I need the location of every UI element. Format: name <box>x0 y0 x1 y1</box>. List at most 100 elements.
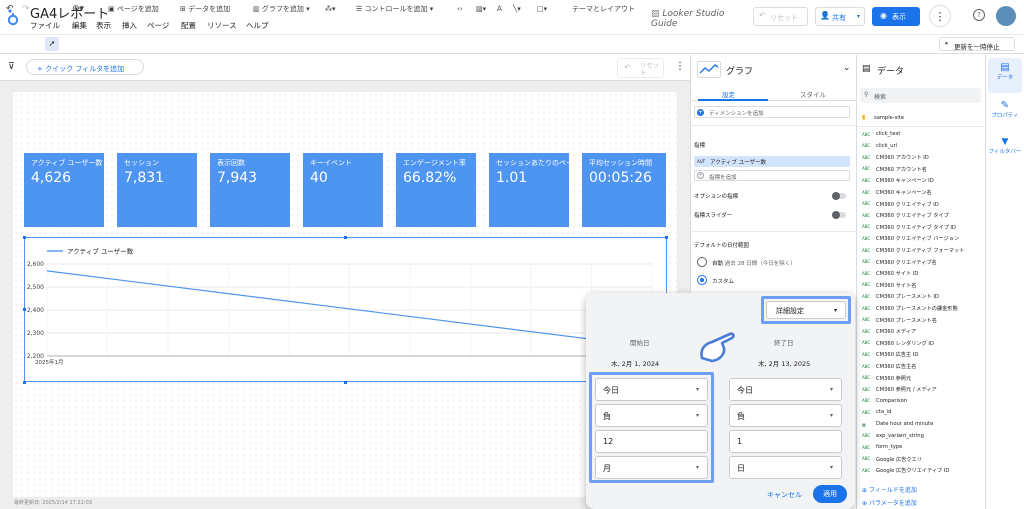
data-source-name[interactable]: sample-site <box>874 115 904 121</box>
scorecard[interactable]: 平均セッション時間 00:05:26 <box>582 153 666 227</box>
resize-handle[interactable] <box>23 308 26 311</box>
menu-edit[interactable]: 編集 <box>72 20 87 31</box>
start-anchor-dropdown[interactable]: 今日 ▾ <box>595 378 708 401</box>
scorecard[interactable]: セッションあたりのページ1.01 <box>489 153 570 227</box>
resize-handle[interactable] <box>665 236 668 239</box>
field-item[interactable]: form_type <box>876 444 902 450</box>
field-item[interactable]: click_text <box>876 131 900 137</box>
scorecard[interactable]: セッション 7,831 <box>117 153 197 227</box>
field-item[interactable]: Google 広告クエリ <box>876 456 922 463</box>
add-page-button[interactable]: ▣ ページを追加 <box>108 3 159 16</box>
field-item[interactable]: click_url <box>876 143 897 149</box>
field-item[interactable]: CM360 クリエイティブ フォーマット <box>876 247 964 254</box>
theme-layout-button[interactable]: テーマとレイアウト <box>572 3 635 16</box>
field-item[interactable]: cta_id <box>876 409 891 415</box>
text-icon[interactable]: Ａ <box>496 3 503 16</box>
metric-chip[interactable]: AUT アクティブ ユーザー数 <box>694 156 850 167</box>
field-item[interactable]: CM360 アカウント名 <box>876 166 927 173</box>
rail-properties-button[interactable]: ✎ プロパティ <box>988 100 1022 130</box>
select-cursor-icon[interactable]: ➚ <box>45 37 59 51</box>
add-metric-button[interactable]: + 指標を追加 <box>694 170 850 181</box>
more-vert-icon[interactable]: ⋮ <box>929 5 951 27</box>
field-item[interactable]: CM360 クリエイティブ タイプ <box>876 212 949 219</box>
menu-view[interactable]: 表示 <box>96 20 111 31</box>
start-direction-dropdown[interactable]: 負 ▾ <box>595 404 708 427</box>
field-item[interactable]: CM360 クリエイティブ バージョン <box>876 235 959 242</box>
rail-data-button[interactable]: ▤ データ <box>988 58 1022 93</box>
field-item[interactable]: CM360 参照元 / メディア <box>876 386 937 393</box>
menu-resource[interactable]: リソース <box>207 20 237 31</box>
undo-icon[interactable]: ↶ <box>6 3 14 16</box>
field-item[interactable]: CM360 アカウント ID <box>876 154 929 161</box>
share-button[interactable]: 👤 共有 ▾ <box>815 7 865 26</box>
field-item[interactable]: CM360 クリエイティブ タイプ ID <box>876 224 956 231</box>
resize-handle[interactable] <box>344 381 347 384</box>
community-viz-icon[interactable]: ⁂▾ <box>325 3 336 16</box>
redo-icon[interactable]: ↷ <box>22 3 30 16</box>
end-direction-dropdown[interactable]: 負 ▾ <box>729 404 842 427</box>
metric-slider-toggle[interactable] <box>832 211 846 219</box>
view-button[interactable]: ◉ 表示 <box>872 7 920 26</box>
reset-button[interactable]: ↶ リセット <box>753 7 808 26</box>
help-icon[interactable]: ? <box>973 9 985 21</box>
field-item[interactable]: CM360 参照元 <box>876 375 911 382</box>
time-series-chart[interactable]: 2,600 2,500 2,400 2,300 2,200 2025年1月 アクティブ ユー… <box>24 237 667 382</box>
field-item[interactable]: Google 広告クリエイティブ ID <box>876 467 949 474</box>
zoom-icon[interactable]: ⊕▾ <box>72 3 84 16</box>
advanced-dropdown[interactable]: 詳細設定 ▾ <box>766 301 846 319</box>
field-item[interactable]: CM360 レンダリング ID <box>876 340 934 347</box>
field-item[interactable]: CM360 広告主名 <box>876 363 916 370</box>
embed-url-icon[interactable]: ‹› <box>457 3 463 16</box>
field-item[interactable]: CM360 キャンペーン ID <box>876 177 934 184</box>
end-amount-input[interactable]: 1 <box>729 430 842 453</box>
chevron-down-icon[interactable]: ⌄ <box>843 63 851 73</box>
cancel-button[interactable]: キャンセル <box>767 490 802 500</box>
menu-file[interactable]: ファイル <box>30 20 60 31</box>
add-dimension-button[interactable]: + ディメンションを追加 <box>694 106 850 118</box>
filter-reset-button[interactable]: ↶ リセット <box>617 58 664 78</box>
line-icon[interactable]: ╲▾ <box>513 3 521 16</box>
scorecard[interactable]: キーイベント 40 <box>303 153 383 227</box>
image-icon[interactable]: ▨▾ <box>476 3 486 16</box>
custom-radio[interactable] <box>697 275 707 285</box>
add-parameter-button[interactable]: ⊕ パラメータを追加 <box>862 498 917 507</box>
field-item[interactable]: CM360 プレースメント ID <box>876 293 939 300</box>
start-amount-input[interactable]: 12 <box>595 430 708 453</box>
menu-help[interactable]: ヘルプ <box>246 20 269 31</box>
tab-setup[interactable]: 設定 <box>722 89 735 99</box>
field-item[interactable]: CM360 クリエイティブ名 <box>876 259 937 266</box>
shape-icon[interactable]: □▾ <box>537 3 547 16</box>
field-item[interactable]: CM360 プレースメントの課金形態 <box>876 305 958 312</box>
field-item[interactable]: Date hour and minute <box>876 421 933 427</box>
add-chart-button[interactable]: ▥ グラフを追加 ▾ <box>253 3 310 16</box>
field-item[interactable]: CM360 広告主 ID <box>876 351 918 358</box>
add-control-button[interactable]: ☰ コントロールを追加 ▾ <box>356 3 433 16</box>
more-vert-icon[interactable]: ⋮ <box>675 61 685 72</box>
scorecard[interactable]: エンゲージメント率 66.82% <box>396 153 476 227</box>
resize-handle[interactable] <box>344 236 347 239</box>
pause-update-button[interactable]: ⏸ 更新を一時停止 <box>939 37 1015 51</box>
field-item[interactable]: CM360 サイト名 <box>876 282 916 289</box>
menu-arrange[interactable]: 配置 <box>181 20 196 31</box>
avatar[interactable] <box>996 6 1016 26</box>
optional-metrics-toggle[interactable] <box>832 192 846 200</box>
field-item[interactable]: exp_variant_string <box>876 433 924 439</box>
tab-style[interactable]: スタイル <box>800 89 826 99</box>
field-search-input[interactable]: ⚲ 検索 <box>860 88 981 103</box>
field-item[interactable]: CM360 メディア <box>876 328 916 335</box>
field-item[interactable]: Comparison <box>876 398 907 404</box>
end-anchor-dropdown[interactable]: 今日 ▾ <box>729 378 842 401</box>
filter-icon[interactable]: ⊽ <box>8 62 15 72</box>
add-data-button[interactable]: ⊞ データを追加 <box>180 3 230 16</box>
field-item[interactable]: CM360 クリエイティブ ID <box>876 201 939 208</box>
resize-handle[interactable] <box>23 236 26 239</box>
field-item[interactable]: CM360 サイト ID <box>876 270 918 277</box>
chevron-down-icon[interactable]: ▾ <box>857 13 860 20</box>
auto-radio[interactable] <box>697 257 707 267</box>
end-unit-dropdown[interactable]: 日 ▾ <box>729 456 842 479</box>
resize-handle[interactable] <box>23 381 26 384</box>
start-unit-dropdown[interactable]: 月 ▾ <box>595 456 708 479</box>
apply-button[interactable]: 適用 <box>813 485 847 503</box>
scorecard[interactable]: アクティブ ユーザー数 4,626 <box>24 153 104 227</box>
menu-insert[interactable]: 挿入 <box>122 20 137 31</box>
